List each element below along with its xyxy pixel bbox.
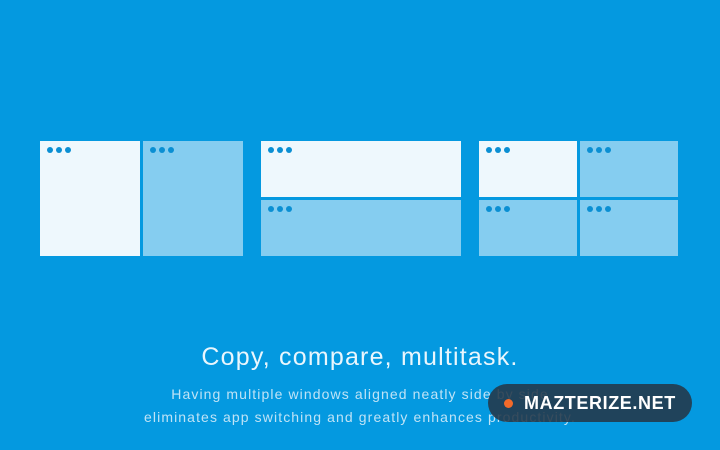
layout-split-horizontal [261, 141, 461, 256]
window-controls-icon [486, 206, 510, 212]
window-controls-icon [587, 206, 611, 212]
page-headline: Copy, compare, multitask. [201, 343, 519, 371]
window-controls-icon [268, 206, 292, 212]
layout-split-vertical [40, 141, 243, 256]
window-controls-icon [150, 147, 174, 153]
window-controls-icon [47, 147, 71, 153]
window-top-right [580, 141, 678, 197]
window-bottom-left [479, 200, 577, 256]
layout-grid-four [479, 141, 678, 256]
window-top-left [479, 141, 577, 197]
window-controls-icon [268, 147, 292, 153]
watermark-badge: MAZTERIZE.NET [488, 384, 692, 422]
watermark-dot-icon [504, 398, 513, 408]
window-controls-icon [486, 147, 510, 153]
window-bottom-right [580, 200, 678, 256]
watermark-text: MAZTERIZE.NET [524, 392, 676, 413]
window-top [261, 141, 461, 197]
window-controls-icon [587, 147, 611, 153]
window-left [40, 141, 140, 256]
window-bottom [261, 200, 461, 256]
window-right [143, 141, 243, 256]
